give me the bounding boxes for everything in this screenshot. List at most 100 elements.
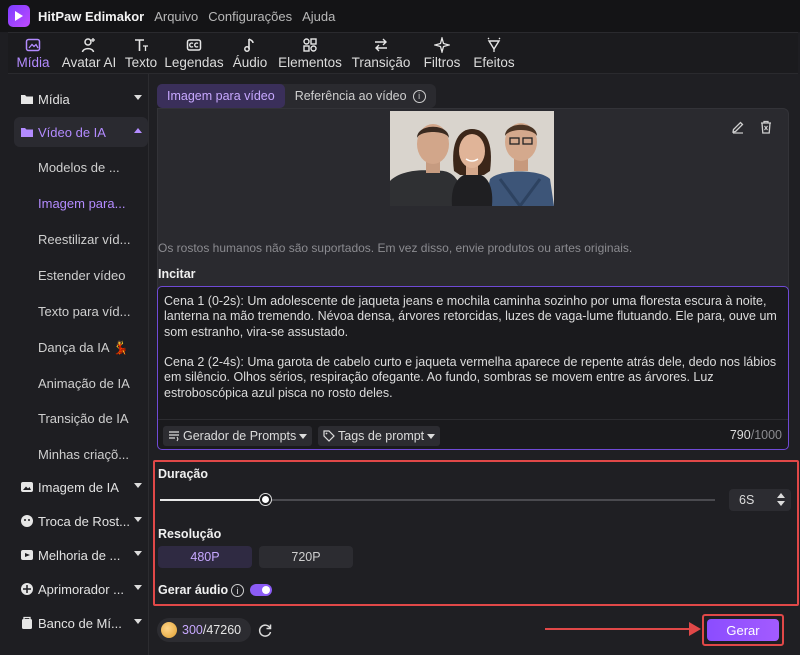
enhance-icon <box>20 548 34 562</box>
transition-icon <box>372 36 390 54</box>
menu-ajuda[interactable]: Ajuda <box>302 9 335 24</box>
sidebar-item-texto-para-video[interactable]: Texto para víd... <box>38 304 131 319</box>
annotation-arrow-head <box>689 622 701 636</box>
duration-slider[interactable] <box>160 494 715 505</box>
sidebar-item-minhas-criacoes[interactable]: Minhas criaçõ... <box>38 447 129 462</box>
prompt-footer: Gerador de Prompts Tags de prompt 790/10… <box>158 419 788 449</box>
sidebar-group-label: Troca de Rost... <box>38 513 130 529</box>
generate-button[interactable]: Gerar <box>707 619 779 641</box>
sidebar-group-label: Melhoria de ... <box>38 547 121 563</box>
folder-icon <box>20 92 34 106</box>
tab-label: Referência ao vídeo <box>294 89 407 103</box>
stepper-down-icon[interactable] <box>777 501 785 506</box>
effects-icon <box>485 36 503 54</box>
sidebar-group-label: Mídia <box>38 91 70 107</box>
sidebar-item-transicao-ia[interactable]: Transição de IA <box>38 411 129 426</box>
tab-imagem-para-video[interactable]: Imagem para vídeo <box>157 84 285 108</box>
sparkle-icon <box>433 36 451 54</box>
tab-elementos-label: Elementos <box>278 55 342 70</box>
sidebar-group-troca-rosto[interactable]: Troca de Rost... <box>14 506 148 536</box>
sidebar-group-aprimorador[interactable]: Aprimorador ... <box>14 574 148 604</box>
duration-slider-handle[interactable] <box>260 494 272 505</box>
sidebar-group-midia[interactable]: Mídia <box>14 84 148 114</box>
sidebar-group-video-ia[interactable]: Vídeo de IA <box>14 117 148 147</box>
tag-icon <box>323 430 335 442</box>
tab-audio-label: Áudio <box>232 55 268 70</box>
prompt-tags-dropdown[interactable]: Tags de prompt <box>318 426 441 446</box>
edit-icon[interactable] <box>730 119 746 135</box>
stepper-up-icon[interactable] <box>777 493 785 498</box>
audio-toggle[interactable] <box>250 584 272 596</box>
tab-texto[interactable]: Texto <box>120 33 162 75</box>
sidebar-group-label: Banco de Mí... <box>38 615 122 631</box>
app-logo-icon <box>8 5 30 27</box>
tab-avatar-ai-label: Avatar AI <box>61 55 117 70</box>
sidebar-group-melhoria[interactable]: Melhoria de ... <box>14 540 148 570</box>
char-counter: 790/1000 <box>730 428 782 442</box>
media-icon <box>24 36 42 54</box>
tab-filtros[interactable]: Filtros <box>416 33 468 75</box>
tab-legendas[interactable]: Legendas <box>162 33 226 75</box>
prompt-generator-icon <box>168 430 180 442</box>
menu-arquivo[interactable]: Arquivo <box>154 9 198 24</box>
sidebar-group-imagem-ia[interactable]: Imagem de IA <box>14 472 148 502</box>
upload-area[interactable] <box>157 108 789 308</box>
chevron-up-icon <box>134 128 142 133</box>
duration-slider-fill <box>160 499 266 501</box>
tab-referencia-video[interactable]: Referência ao vídeo i <box>285 84 436 108</box>
music-note-icon <box>241 36 259 54</box>
prompt-text[interactable]: Cena 1 (0-2s): Um adolescente de jaqueta… <box>164 294 784 401</box>
face-swap-icon <box>20 514 34 528</box>
resolution-480p-button[interactable]: 480P <box>158 546 252 568</box>
menu-configuracoes[interactable]: Configurações <box>208 9 292 24</box>
generation-settings: Duração 6S Resolução 480P 720P Gerar áud… <box>153 460 799 606</box>
delete-icon[interactable] <box>758 119 774 135</box>
resolution-720p-button[interactable]: 720P <box>259 546 353 568</box>
prompt-tags-label: Tags de prompt <box>338 429 425 443</box>
prompt-generator-dropdown[interactable]: Gerador de Prompts <box>163 426 313 446</box>
chevron-down-icon <box>134 551 142 556</box>
tab-avatar-ai[interactable]: Avatar AI <box>58 33 120 75</box>
tab-audio[interactable]: Áudio <box>226 33 274 75</box>
media-bank-icon <box>20 616 34 630</box>
generate-highlight: Gerar <box>702 614 784 646</box>
folder-icon <box>20 125 34 139</box>
sidebar-item-animacao-ia[interactable]: Animação de IA <box>38 376 130 391</box>
prompt-textarea[interactable]: Cena 1 (0-2s): Um adolescente de jaqueta… <box>157 286 789 450</box>
sidebar-group-label: Vídeo de IA <box>38 124 106 140</box>
app-title: HitPaw Edimakor <box>38 8 145 24</box>
image-actions <box>730 119 774 135</box>
credits-total: /47260 <box>202 623 242 637</box>
tab-legendas-label: Legendas <box>164 55 224 70</box>
info-icon[interactable]: i <box>412 89 426 103</box>
sidebar-group-label: Aprimorador ... <box>38 581 124 597</box>
sidebar-item-danca-ia[interactable]: Dança da IA 💃 <box>38 340 129 356</box>
main-panel: Imagem para vídeo Referência ao vídeo i <box>148 74 800 655</box>
tab-efeitos-label: Efeitos <box>473 55 515 70</box>
sidebar-item-reestilizar[interactable]: Reestilizar víd... <box>38 232 130 247</box>
credits-display: 300/47260 <box>157 618 251 642</box>
tab-transicao[interactable]: Transição <box>346 33 416 75</box>
mode-tabs: Imagem para vídeo Referência ao vídeo i <box>157 84 436 108</box>
sidebar-item-estender[interactable]: Estender vídeo <box>38 268 125 283</box>
tab-label: Imagem para vídeo <box>167 89 275 103</box>
duration-stepper[interactable]: 6S <box>729 489 791 511</box>
duration-value: 6S <box>739 493 755 507</box>
annotation-arrow-line <box>545 628 691 630</box>
resolution-label: Resolução <box>158 527 222 541</box>
tab-texto-label: Texto <box>124 55 158 70</box>
tab-elementos[interactable]: Elementos <box>274 33 346 75</box>
sidebar-group-banco-midia[interactable]: Banco de Mí... <box>14 608 148 638</box>
tab-transicao-label: Transição <box>351 55 411 70</box>
info-icon[interactable]: i <box>231 584 244 597</box>
tab-efeitos[interactable]: Efeitos <box>468 33 520 75</box>
sidebar-item-modelos[interactable]: Modelos de ... <box>38 160 120 175</box>
elements-icon <box>301 36 319 54</box>
sidebar-item-imagem-para-video[interactable]: Imagem para... <box>38 196 125 211</box>
chevron-down-icon <box>427 433 436 439</box>
duration-label: Duração <box>158 467 209 481</box>
image-icon <box>20 480 34 494</box>
refresh-icon[interactable] <box>257 622 273 638</box>
tab-media[interactable]: Mídia <box>8 33 58 75</box>
chevron-down-icon <box>134 585 142 590</box>
